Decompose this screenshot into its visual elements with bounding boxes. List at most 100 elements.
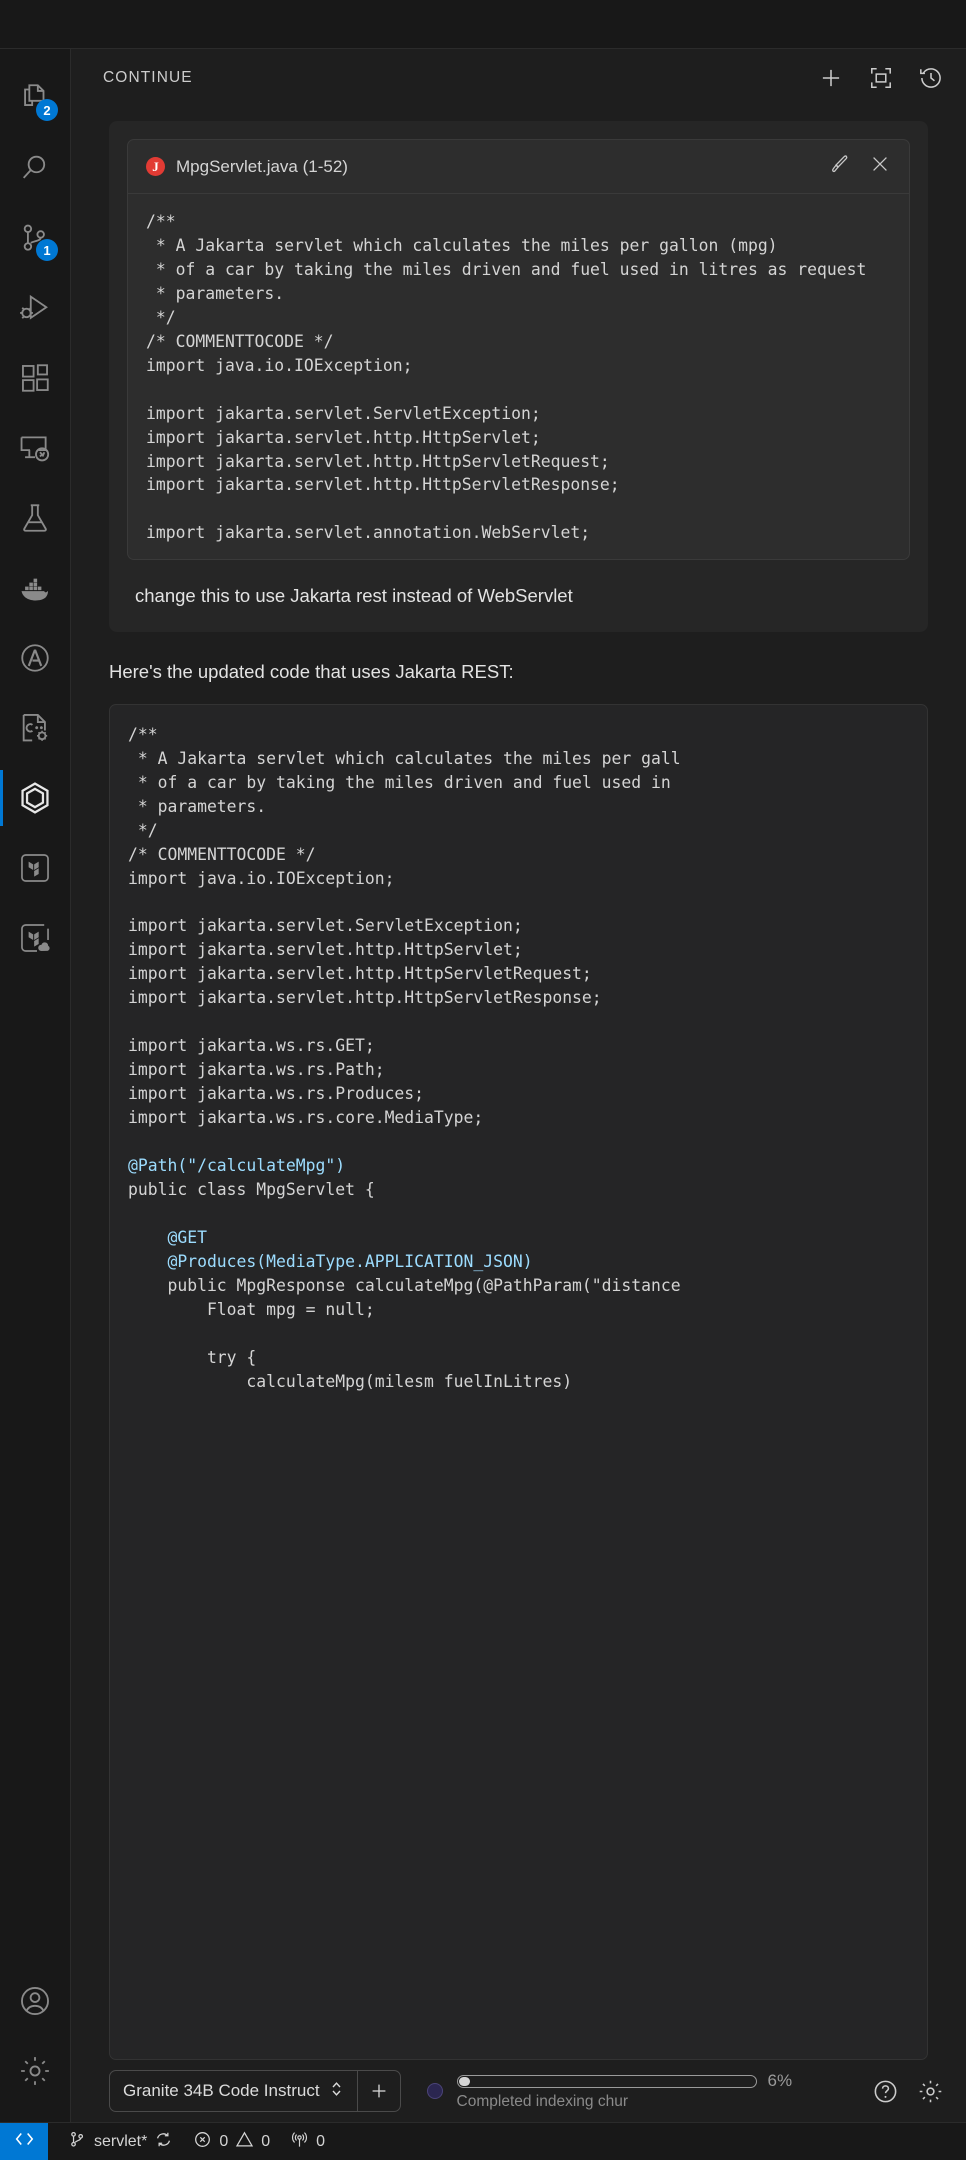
plus-icon (372, 2084, 385, 2098)
error-circle-icon (193, 2130, 212, 2154)
code-line: import jakarta.servlet.http.HttpServlet; (128, 940, 523, 960)
activity-bar: 2 1 (0, 48, 70, 2122)
assistant-code-block[interactable]: /** * A Jakarta servlet which calculates… (109, 703, 928, 2060)
status-branch[interactable]: servlet* (58, 2130, 183, 2154)
status-radio-tower[interactable]: 0 (280, 2130, 335, 2154)
indexing-progress-row: 6% (456, 2071, 854, 2091)
progress-knob (458, 2076, 470, 2086)
sidebar-item-manage-settings[interactable] (0, 2036, 70, 2106)
source-control-badge: 1 (36, 239, 58, 261)
progress-label: Completed indexing chur (456, 2093, 629, 2110)
user-message-text: change this to use Jakarta rest instead … (135, 585, 573, 607)
code-line: * parameters. (137, 796, 267, 816)
sync-icon[interactable] (154, 2130, 173, 2154)
code-line: import jakarta.ws.rs.Path; (128, 1060, 385, 1080)
warning-triangle-icon (235, 2130, 254, 2154)
source-control-icon (68, 2130, 87, 2154)
radio-tower-icon (290, 2130, 309, 2154)
sidebar-item-source-control[interactable]: 1 (0, 203, 70, 273)
sidebar-item-testing[interactable] (0, 483, 70, 553)
activity-bar-top-group: 2 1 (0, 49, 70, 973)
search-icon (18, 151, 52, 185)
code-line: @Path("/calculateMpg") (128, 1156, 346, 1175)
context-code-preview: /** * A Jakarta servlet which calculates… (128, 194, 909, 559)
code-line: /* COMMENTTOCODE */ (128, 844, 316, 864)
code-line: */ (137, 820, 158, 840)
close-icon[interactable] (869, 153, 891, 180)
code-line: import jakarta.ws.rs.Produces; (128, 1084, 425, 1104)
code-line: import jakarta.ws.rs.GET; (128, 1036, 375, 1056)
code-line: * A Jakarta servlet which calculates the… (137, 748, 681, 768)
model-select[interactable]: Granite 34B Code Instruct (110, 2071, 357, 2111)
code-line: import jakarta.ws.rs.core.MediaType; (128, 1108, 484, 1128)
activity-bar-bottom-group (0, 1966, 70, 2122)
sidebar-item-remote-explorer[interactable] (0, 413, 70, 483)
code-line: import jakarta.servlet.http.HttpServletR… (128, 964, 592, 984)
java-file-icon: J (146, 157, 165, 176)
sidebar-item-run-and-debug[interactable] (0, 273, 70, 343)
branch-name: servlet* (94, 2132, 148, 2150)
sidebar-item-cpp-tools[interactable] (0, 693, 70, 763)
expand-icon[interactable] (868, 65, 894, 91)
terraform-icon (18, 851, 52, 885)
code-line: try { (206, 1347, 257, 1367)
history-icon[interactable] (918, 65, 944, 91)
progress-bar[interactable] (456, 2074, 757, 2088)
sidebar-item-terraform-cloud[interactable] (0, 903, 70, 973)
model-name-label: Granite 34B Code Instruct (123, 2081, 320, 2100)
run-debug-icon (18, 291, 52, 325)
code-line: @GET (167, 1227, 207, 1247)
status-bar: servlet* 0 0 0 (0, 2122, 966, 2160)
paintbrush-icon[interactable] (829, 153, 851, 180)
code-line: /** (128, 724, 158, 744)
model-selector-group: Granite 34B Code Instruct (109, 2070, 401, 2112)
warning-count: 0 (261, 2132, 271, 2150)
plus-icon[interactable] (818, 65, 844, 91)
terraform-cloud-icon (18, 921, 52, 955)
code-line: import jakarta.servlet.http.HttpServletR… (128, 988, 602, 1008)
extensions-icon (18, 361, 52, 395)
add-model-button[interactable] (358, 2071, 400, 2111)
explorer-badge: 2 (36, 99, 58, 121)
context-item-header: J MpgServlet.java (1-52) (128, 140, 909, 194)
assistant-message: Here's the updated code that uses Jakart… (109, 658, 928, 2060)
workbench: 2 1 CONTINUE J MpgServlet.java (1-52) /*… (0, 48, 966, 2122)
sidebar-item-continue[interactable] (0, 763, 70, 833)
sidebar-item-ansible[interactable] (0, 623, 70, 693)
code-line: @Produces(MediaType.APPLICATION_JSON) (167, 1251, 533, 1271)
sidebar-item-extensions[interactable] (0, 343, 70, 413)
sidebar-item-terraform[interactable] (0, 833, 70, 903)
context-item-card[interactable]: J MpgServlet.java (1-52) /** * A Jakarta… (127, 139, 910, 561)
assistant-code-text: /** * A Jakarta servlet which calculates… (128, 723, 927, 1394)
continue-panel: CONTINUE J MpgServlet.java (1-52) /** * … (70, 48, 966, 2122)
code-line: Float mpg = null; (206, 1299, 375, 1319)
radio-count: 0 (316, 2132, 326, 2150)
sidebar-item-docker[interactable] (0, 553, 70, 623)
help-circle-icon[interactable] (872, 2078, 899, 2105)
input-toolbar: Granite 34B Code Instruct 6% Completed i… (71, 2060, 966, 2122)
sidebar-item-explorer[interactable]: 2 (0, 63, 70, 133)
assistant-message-text: Here's the updated code that uses Jakart… (109, 661, 514, 683)
status-problems[interactable]: 0 0 (183, 2130, 280, 2154)
context-code-text: /** * A Jakarta servlet which calculates… (146, 212, 867, 543)
docker-whale-icon (18, 571, 52, 605)
gear-icon (18, 2054, 52, 2088)
code-line: * of a car by taking the miles driven an… (137, 772, 671, 792)
remote-explorer-icon (18, 431, 52, 465)
sidebar-item-accounts[interactable] (0, 1966, 70, 2036)
title-bar (0, 0, 966, 48)
cpp-file-gear-icon (18, 711, 52, 745)
code-line: public MpgResponse calculateMpg(@PathPar… (167, 1275, 681, 1295)
chevron-updown-icon (329, 2079, 344, 2104)
sidebar-item-search[interactable] (0, 133, 70, 203)
context-actions (829, 153, 891, 180)
settings-gear-icon[interactable] (917, 2078, 944, 2105)
remote-window-indicator[interactable] (0, 2122, 48, 2160)
ansible-icon (18, 641, 52, 675)
continue-hexagon-icon (17, 780, 53, 816)
panel-actions (818, 65, 944, 91)
code-line: import jakarta.servlet.ServletException; (128, 916, 523, 936)
testing-flask-icon (18, 501, 52, 535)
indexing-progress: 6% Completed indexing chur (456, 2071, 854, 2111)
code-line: import java.io.IOException; (128, 868, 395, 888)
